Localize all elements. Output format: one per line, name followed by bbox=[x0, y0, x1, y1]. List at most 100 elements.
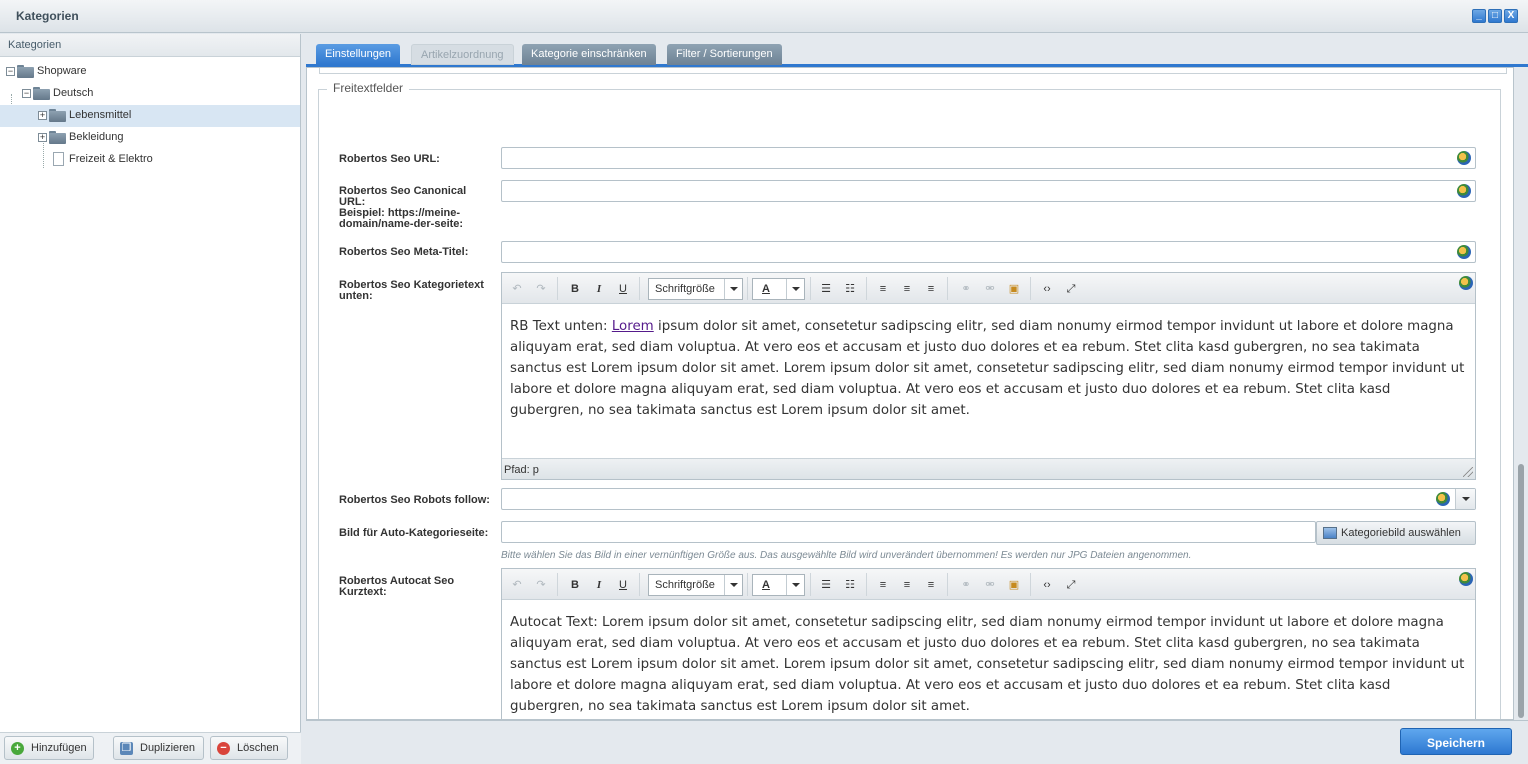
select-image-label: Kategoriebild auswählen bbox=[1341, 527, 1461, 539]
italic-button[interactable]: I bbox=[591, 577, 607, 593]
window-title: Kategorien bbox=[16, 9, 79, 23]
toolbar-separator bbox=[747, 573, 748, 596]
tree-node-lebensmittel[interactable]: + Lebensmittel bbox=[0, 105, 300, 127]
underline-button[interactable]: U bbox=[615, 281, 631, 297]
font-size-select[interactable]: Schriftgröße bbox=[648, 574, 743, 596]
autocat-content[interactable]: Autocat Text: Lorem ipsum dolor sit amet… bbox=[510, 612, 1468, 717]
translation-globe-icon[interactable] bbox=[1459, 276, 1473, 290]
previous-fieldset bbox=[319, 68, 1507, 74]
align-right-icon[interactable]: ≡ bbox=[923, 577, 939, 593]
auto-image-label: Bild für Auto-Kategorieseite: bbox=[339, 527, 489, 539]
align-left-icon[interactable]: ≡ bbox=[875, 281, 891, 297]
align-center-icon[interactable]: ≡ bbox=[899, 281, 915, 297]
minimize-button[interactable]: _ bbox=[1472, 9, 1486, 23]
select-category-image-button[interactable]: Kategoriebild auswählen bbox=[1316, 521, 1476, 545]
tab-filter-sortierungen[interactable]: Filter / Sortierungen bbox=[667, 44, 782, 65]
code-icon[interactable]: ‹› bbox=[1039, 577, 1055, 593]
tree-node-freizeit-elektro[interactable]: Freizeit & Elektro bbox=[0, 149, 300, 171]
undo-icon[interactable]: ↶ bbox=[509, 577, 525, 593]
folder-icon bbox=[17, 65, 34, 78]
font-size-select[interactable]: Schriftgröße bbox=[648, 278, 743, 300]
tree-node-bekleidung[interactable]: + Bekleidung bbox=[0, 127, 300, 149]
content-link[interactable]: Lorem bbox=[612, 319, 654, 334]
font-color-select[interactable]: A bbox=[752, 278, 805, 300]
align-center-icon[interactable]: ≡ bbox=[899, 577, 915, 593]
add-category-button[interactable]: + Hinzufügen bbox=[4, 736, 94, 760]
align-left-icon[interactable]: ≡ bbox=[875, 577, 891, 593]
expand-toggle[interactable]: + bbox=[38, 133, 47, 142]
bullet-list-icon[interactable]: ☰ bbox=[818, 281, 834, 297]
translation-globe-icon[interactable] bbox=[1457, 151, 1471, 165]
image-icon[interactable]: ▣ bbox=[1006, 577, 1022, 593]
canonical-url-input[interactable] bbox=[501, 180, 1476, 202]
chevron-down-icon bbox=[724, 575, 742, 595]
link-icon[interactable]: ⚭ bbox=[958, 281, 974, 297]
window-controls: _ □ X bbox=[1472, 9, 1518, 23]
auto-image-input[interactable] bbox=[501, 521, 1316, 543]
tree-toolbar: + Hinzufügen ❐ Duplizieren − Löschen bbox=[0, 732, 301, 764]
toolbar-separator bbox=[639, 573, 640, 596]
chevron-down-icon bbox=[786, 575, 804, 595]
undo-icon[interactable]: ↶ bbox=[509, 281, 525, 297]
bullet-list-icon[interactable]: ☰ bbox=[818, 577, 834, 593]
unlink-icon[interactable]: ⚮ bbox=[982, 281, 998, 297]
translation-globe-icon[interactable] bbox=[1436, 492, 1450, 506]
duplicate-button-label: Duplizieren bbox=[140, 742, 196, 754]
translation-globe-icon[interactable] bbox=[1457, 245, 1471, 259]
tree-node-label: Shopware bbox=[37, 65, 87, 77]
seo-url-label: Robertos Seo URL: bbox=[339, 153, 440, 165]
collapse-toggle[interactable]: − bbox=[22, 89, 31, 98]
unlink-icon[interactable]: ⚮ bbox=[982, 577, 998, 593]
scrollbar-thumb[interactable] bbox=[1518, 464, 1524, 718]
redo-icon[interactable]: ↷ bbox=[533, 577, 549, 593]
seo-url-input[interactable] bbox=[501, 147, 1476, 169]
duplicate-icon: ❐ bbox=[120, 742, 133, 755]
meta-title-input[interactable] bbox=[501, 241, 1476, 263]
redo-icon[interactable]: ↷ bbox=[533, 281, 549, 297]
expand-toggle[interactable]: + bbox=[38, 111, 47, 120]
fullscreen-icon[interactable]: ⤢ bbox=[1063, 577, 1079, 593]
chevron-down-icon[interactable] bbox=[1455, 489, 1475, 509]
toolbar-separator bbox=[810, 277, 811, 300]
tree-node-shopware[interactable]: − Shopware bbox=[0, 61, 300, 83]
maximize-button[interactable]: □ bbox=[1488, 9, 1502, 23]
tab-artikelzuordnung[interactable]: Artikelzuordnung bbox=[411, 44, 514, 65]
canonical-url-hint: Beispiel: https://meine-domain/name-der-… bbox=[339, 207, 464, 230]
tab-kategorie-einschraenken[interactable]: Kategorie einschränken bbox=[522, 44, 656, 65]
bold-button[interactable]: B bbox=[567, 281, 583, 297]
tab-einstellungen[interactable]: Einstellungen bbox=[316, 44, 401, 65]
font-size-value: Schriftgröße bbox=[655, 579, 715, 591]
translation-globe-icon[interactable] bbox=[1457, 184, 1471, 198]
tree-node-label: Deutsch bbox=[53, 87, 94, 99]
autocat-label: Robertos Autocat Seo Kurztext: bbox=[339, 575, 455, 598]
align-right-icon[interactable]: ≡ bbox=[923, 281, 939, 297]
numbered-list-icon[interactable]: ☷ bbox=[842, 281, 858, 297]
settings-form: Freitextfelder Robertos Seo URL: Roberto… bbox=[306, 67, 1514, 720]
robots-follow-combobox[interactable] bbox=[501, 488, 1476, 510]
collapse-toggle[interactable]: − bbox=[6, 67, 15, 76]
image-icon[interactable]: ▣ bbox=[1006, 281, 1022, 297]
auto-image-help-text: Bitte wählen Sie das Bild in einer vernü… bbox=[501, 550, 1192, 561]
save-button[interactable]: Speichern bbox=[1400, 728, 1512, 755]
code-icon[interactable]: ‹› bbox=[1039, 281, 1055, 297]
kategorietext-editor[interactable]: ↶ ↷ B I U Schriftgröße A ☰ ☷ ≡ ≡ ≡ ⚭ ⚮ ▣… bbox=[501, 272, 1476, 480]
link-icon[interactable]: ⚭ bbox=[958, 577, 974, 593]
translation-globe-icon[interactable] bbox=[1459, 572, 1473, 586]
numbered-list-icon[interactable]: ☷ bbox=[842, 577, 858, 593]
fullscreen-icon[interactable]: ⤢ bbox=[1063, 281, 1079, 297]
underline-button[interactable]: U bbox=[615, 577, 631, 593]
autocat-editor[interactable]: ↶ ↷ B I U Schriftgröße A ☰ ☷ ≡ ≡ ≡ ⚭ ⚮ ▣… bbox=[501, 568, 1476, 719]
tree-panel-header: Kategorien bbox=[0, 34, 300, 57]
duplicate-category-button[interactable]: ❐ Duplizieren bbox=[113, 736, 204, 760]
form-scrollbar[interactable] bbox=[1516, 68, 1526, 720]
tree-node-deutsch[interactable]: − Deutsch bbox=[0, 83, 300, 105]
font-color-select[interactable]: A bbox=[752, 574, 805, 596]
delete-category-button[interactable]: − Löschen bbox=[210, 736, 288, 760]
bold-button[interactable]: B bbox=[567, 577, 583, 593]
add-button-label: Hinzufügen bbox=[31, 742, 87, 754]
italic-button[interactable]: I bbox=[591, 281, 607, 297]
close-button[interactable]: X bbox=[1504, 9, 1518, 23]
resize-handle-icon[interactable] bbox=[1463, 467, 1473, 477]
editor-toolbar: ↶ ↷ B I U Schriftgröße A ☰ ☷ ≡ ≡ ≡ ⚭ ⚮ ▣… bbox=[502, 273, 1475, 304]
kategorietext-content[interactable]: RB Text unten: Lorem ipsum dolor sit ame… bbox=[510, 316, 1468, 421]
